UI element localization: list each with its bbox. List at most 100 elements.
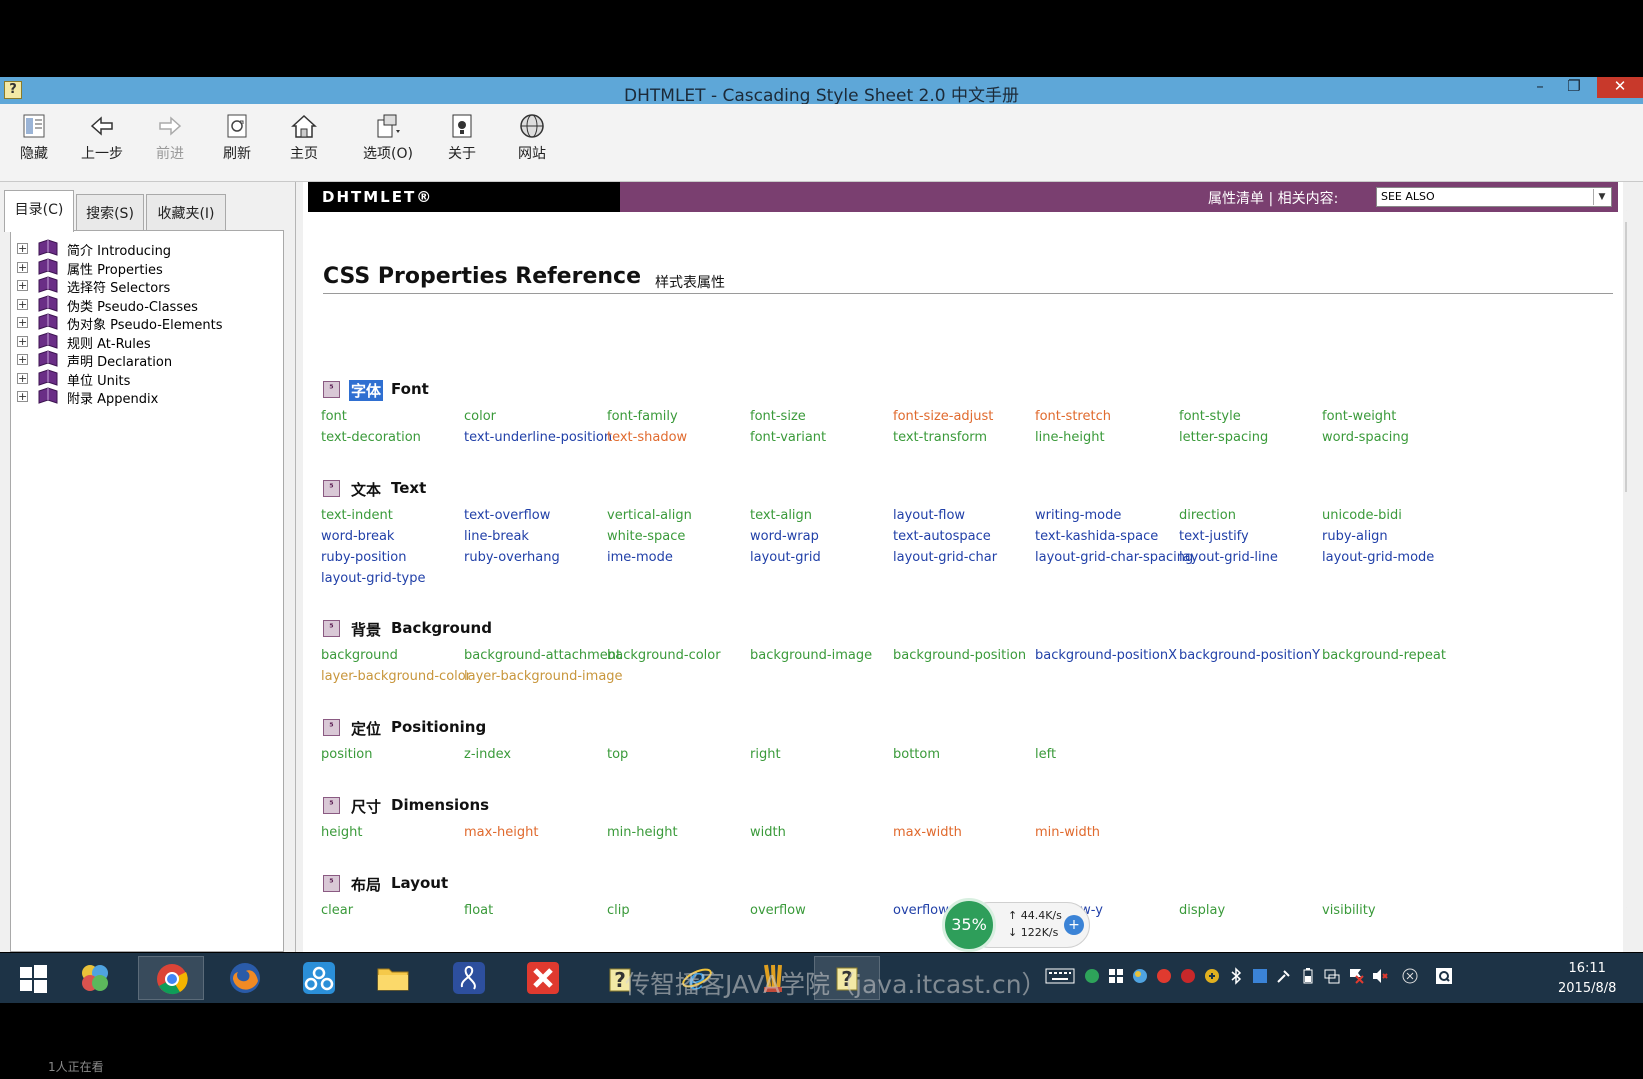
- property-link[interactable]: line-break: [464, 529, 529, 544]
- property-link[interactable]: ruby-align: [1322, 529, 1388, 544]
- yellow-app-icon[interactable]: [1203, 967, 1221, 985]
- record-icon[interactable]: [1155, 967, 1173, 985]
- property-link[interactable]: left: [1035, 747, 1056, 762]
- property-link[interactable]: text-underline-position: [464, 430, 612, 445]
- memory-percent[interactable]: 35%: [942, 898, 996, 952]
- property-link[interactable]: layout-grid-char-spacing: [1035, 550, 1193, 565]
- property-link[interactable]: text-decoration: [321, 430, 421, 445]
- property-link[interactable]: layer-background-image: [464, 669, 623, 684]
- close-circle-icon[interactable]: [1401, 967, 1419, 985]
- network-speed-widget[interactable]: 35% ↑ 44.4K/s ↓ 122K/s +: [942, 898, 1092, 952]
- property-link[interactable]: text-shadow: [607, 430, 687, 445]
- property-link[interactable]: position: [321, 747, 373, 762]
- section-toggle-icon[interactable]: ⁵: [323, 875, 340, 892]
- property-link[interactable]: background: [321, 648, 398, 663]
- property-link[interactable]: background-positionY: [1179, 648, 1320, 663]
- red-app-icon[interactable]: [1179, 967, 1197, 985]
- windows-flag-icon[interactable]: [1107, 967, 1125, 985]
- expand-icon[interactable]: +: [17, 261, 28, 273]
- toolbar-button-about[interactable]: 关于: [430, 108, 494, 180]
- scroll-thumb[interactable]: [1625, 222, 1627, 492]
- property-link[interactable]: word-break: [321, 529, 394, 544]
- toolbar-button-forward-arrow[interactable]: 前进: [138, 108, 202, 180]
- expand-icon[interactable]: +: [17, 391, 28, 402]
- toolbar-button-refresh[interactable]: 刷新: [205, 108, 269, 180]
- toolbar-button-options[interactable]: 选项(O): [356, 108, 420, 180]
- property-link[interactable]: background-repeat: [1322, 648, 1446, 663]
- property-link[interactable]: direction: [1179, 508, 1236, 523]
- property-link[interactable]: bottom: [893, 747, 940, 762]
- property-link[interactable]: vertical-align: [607, 508, 692, 523]
- section-toggle-icon[interactable]: ⁵: [323, 797, 340, 814]
- property-link[interactable]: text-autospace: [893, 529, 991, 544]
- property-link[interactable]: top: [607, 747, 628, 762]
- bluetooth-icon[interactable]: [1227, 967, 1245, 985]
- property-link[interactable]: font-variant: [750, 430, 826, 445]
- toolbar-button-hide[interactable]: 隐藏: [2, 108, 66, 180]
- property-link[interactable]: font-stretch: [1035, 409, 1111, 424]
- expand-icon[interactable]: +: [17, 354, 28, 365]
- add-icon[interactable]: +: [1064, 915, 1084, 935]
- property-link[interactable]: right: [750, 747, 781, 762]
- property-link[interactable]: layout-grid-line: [1179, 550, 1278, 565]
- taskbar-app[interactable]: [286, 956, 352, 1000]
- property-link[interactable]: layout-grid-char: [893, 550, 997, 565]
- battery-icon[interactable]: [1299, 967, 1317, 985]
- property-link[interactable]: height: [321, 825, 362, 840]
- property-link[interactable]: layout-grid-type: [321, 571, 425, 586]
- property-link[interactable]: text-overflow: [464, 508, 550, 523]
- toolbar-button-home[interactable]: 主页: [272, 108, 336, 180]
- property-link[interactable]: font-weight: [1322, 409, 1396, 424]
- property-link[interactable]: ruby-position: [321, 550, 406, 565]
- tab-search[interactable]: 搜索(S): [76, 194, 144, 230]
- property-link[interactable]: display: [1179, 903, 1225, 918]
- taskbar-app[interactable]: [62, 956, 128, 1000]
- keyboard-icon[interactable]: [1045, 967, 1075, 985]
- taskbar-app[interactable]: [0, 956, 66, 1000]
- restore-button[interactable]: ❐: [1559, 77, 1589, 98]
- vertical-scrollbar[interactable]: ▲ ▼: [1623, 182, 1627, 952]
- tab-favorites[interactable]: 收藏夹(I): [146, 194, 226, 230]
- property-link[interactable]: unicode-bidi: [1322, 508, 1402, 523]
- section-toggle-icon[interactable]: ⁵: [323, 480, 340, 497]
- section-toggle-icon[interactable]: ⁵: [323, 719, 340, 736]
- clock[interactable]: 16:11 2015/8/8: [1558, 959, 1616, 999]
- property-link[interactable]: ruby-overhang: [464, 550, 560, 565]
- property-link[interactable]: font-size-adjust: [893, 409, 993, 424]
- green-dot-icon[interactable]: [1083, 967, 1101, 985]
- property-link[interactable]: float: [464, 903, 493, 918]
- property-link[interactable]: max-height: [464, 825, 538, 840]
- scroll-up-icon[interactable]: ▲: [1623, 198, 1628, 212]
- taskbar-app[interactable]: [510, 956, 576, 1000]
- property-link[interactable]: background-attachment: [464, 648, 621, 663]
- property-link[interactable]: writing-mode: [1035, 508, 1121, 523]
- property-link[interactable]: max-width: [893, 825, 962, 840]
- property-link[interactable]: text-transform: [893, 430, 987, 445]
- volume-icon[interactable]: [1371, 967, 1389, 985]
- property-link[interactable]: background-color: [607, 648, 721, 663]
- expand-icon[interactable]: +: [17, 317, 28, 328]
- property-link[interactable]: text-indent: [321, 508, 393, 523]
- tool-icon[interactable]: [1275, 967, 1293, 985]
- property-link[interactable]: font-family: [607, 409, 678, 424]
- property-link[interactable]: z-index: [464, 747, 511, 762]
- colorful-app-icon[interactable]: [1131, 967, 1149, 985]
- expand-icon[interactable]: +: [17, 335, 28, 347]
- property-link[interactable]: text-kashida-space: [1035, 529, 1158, 544]
- scroll-down-icon[interactable]: ▼: [1623, 904, 1628, 918]
- section-toggle-icon[interactable]: ⁵: [323, 620, 340, 637]
- toolbar-button-globe[interactable]: 网站: [500, 108, 564, 180]
- property-link[interactable]: ime-mode: [607, 550, 673, 565]
- property-link[interactable]: letter-spacing: [1179, 430, 1268, 445]
- close-button[interactable]: ✕: [1597, 77, 1643, 98]
- taskbar-app[interactable]: [360, 956, 426, 1000]
- property-link[interactable]: width: [750, 825, 786, 840]
- property-link[interactable]: background-image: [750, 648, 872, 663]
- property-link[interactable]: font: [321, 409, 347, 424]
- property-link[interactable]: font-size: [750, 409, 806, 424]
- expand-icon[interactable]: +: [17, 243, 28, 254]
- network-icon[interactable]: [1323, 967, 1341, 985]
- property-link[interactable]: min-height: [607, 825, 678, 840]
- see-also-select[interactable]: SEE ALSO ▼: [1376, 187, 1612, 207]
- taskbar-app[interactable]: [138, 956, 204, 1000]
